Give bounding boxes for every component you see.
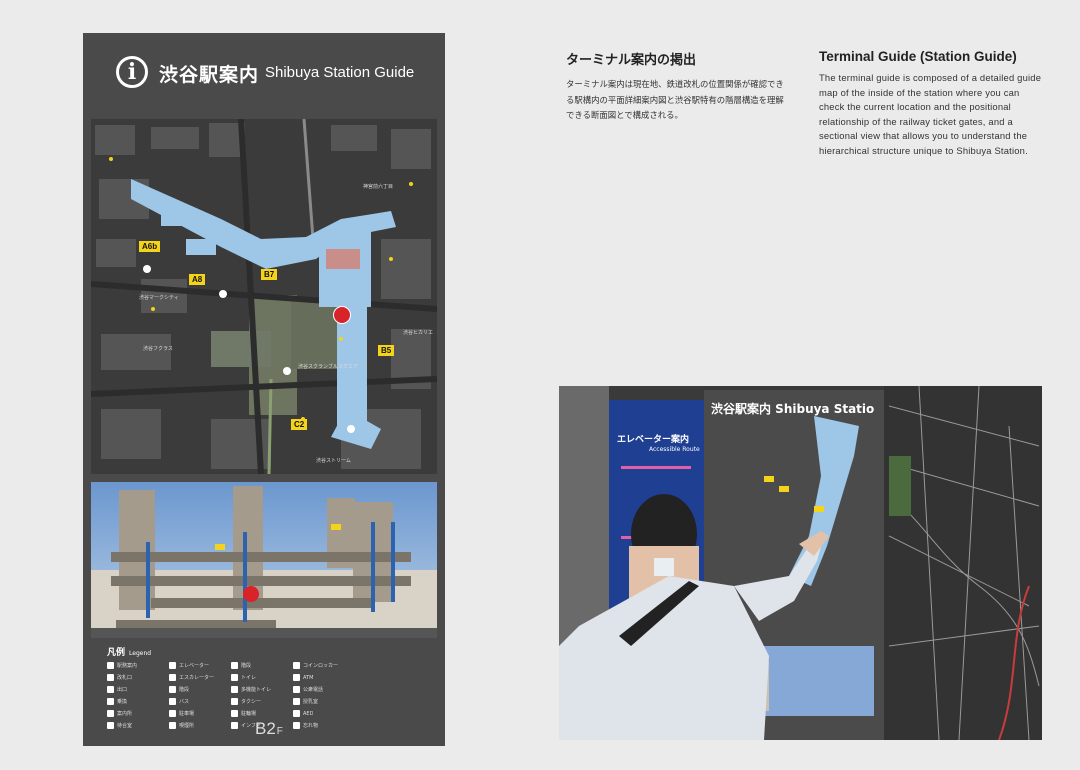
- legend-icon: [231, 686, 238, 693]
- legend-item: 案内所: [107, 708, 169, 719]
- legend-item: 喫煙所: [169, 720, 231, 731]
- sign-header: i 渋谷駅案内 Shibuya Station Guide: [83, 33, 445, 117]
- legend-icon: [169, 698, 176, 705]
- legend-item: トイレ: [231, 672, 293, 683]
- body-en: The terminal guide is composed of a deta…: [819, 72, 1042, 156]
- legend-item: 駐車場: [169, 708, 231, 719]
- legend-item: 多機能トイレ: [231, 684, 293, 695]
- legend-item: 待合室: [107, 720, 169, 731]
- legend-icon: [107, 662, 114, 669]
- legend-item: コインロッカー: [293, 660, 355, 671]
- legend-item: 改札口: [107, 672, 169, 683]
- legend-item: AED: [293, 708, 355, 719]
- legend-item: 乗換: [107, 696, 169, 707]
- exit-tag-a6b: A6b: [139, 241, 161, 252]
- legend-item: エレベーター: [169, 660, 231, 671]
- map-label: 渋谷スクランブルスクエア: [298, 364, 358, 370]
- legend-icon: [169, 674, 176, 681]
- heading-ja: ターミナル案内の掲出: [566, 53, 697, 68]
- legend-icon: [231, 674, 238, 681]
- map-label: 渋谷マークシティ: [139, 295, 179, 301]
- legend-icon: [293, 674, 300, 681]
- legend-item: 授乳室: [293, 696, 355, 707]
- section-graphic: [91, 482, 437, 638]
- photo-person-using-guide: 渋谷駅案内 Shibuya Statio エレベーター案内 Accessible…: [559, 386, 1042, 740]
- legend-item: 階段: [231, 660, 293, 671]
- legend-icon: [169, 686, 176, 693]
- legend-item: 公衆電話: [293, 684, 355, 695]
- legend-icon: [169, 722, 176, 729]
- legend-icon: [107, 722, 114, 729]
- legend: 凡例 Legend 駅務案内 エレベーター 階段 コインロッカー 改札口 エスカレ…: [91, 640, 437, 740]
- photo-sign-title: 渋谷駅案内 Shibuya Statio: [711, 402, 875, 416]
- sign-title-en: Shibuya Station Guide: [265, 64, 415, 81]
- legend-icon: [293, 686, 300, 693]
- legend-icon: [169, 662, 176, 669]
- exit-tag-b7: B7: [261, 269, 278, 280]
- map-label: 渋谷ヒカリエ: [403, 330, 434, 336]
- legend-grid: 駅務案内 エレベーター 階段 コインロッカー 改札口 エスカレーター トイレ A…: [107, 660, 357, 731]
- legend-icon: [231, 710, 238, 717]
- legend-item: バス: [169, 696, 231, 707]
- floor-label: B2F: [255, 719, 283, 738]
- exit-tag-b5: B5: [378, 345, 395, 356]
- legend-item: 駅務案内: [107, 660, 169, 671]
- legend-icon: [231, 662, 238, 669]
- description-ja: ターミナル案内の掲出 ターミナル案内は現在地、鉄道改札の位置関係が確認できる駅構…: [566, 49, 791, 124]
- legend-icon: [107, 710, 114, 717]
- legend-icon: [293, 662, 300, 669]
- legend-icon: [231, 698, 238, 705]
- map-label: 渋谷ストリーム: [316, 458, 351, 464]
- legend-icon: [293, 710, 300, 717]
- legend-icon: [293, 722, 300, 729]
- legend-title: 凡例 Legend: [107, 648, 152, 658]
- photo-elevator-en: Accessible Route: [649, 446, 700, 453]
- legend-icon: [107, 686, 114, 693]
- legend-icon: [231, 722, 238, 729]
- sign-title-ja: 渋谷駅案内: [159, 64, 260, 86]
- legend-icon: [169, 710, 176, 717]
- legend-item: 階段: [169, 684, 231, 695]
- station-guide-sign: i 渋谷駅案内 Shibuya Station Guide A6b A8 B7 …: [83, 33, 445, 746]
- legend-item: タクシー: [231, 696, 293, 707]
- map-label: 渋谷フクラス: [143, 346, 173, 352]
- legend-item: エスカレーター: [169, 672, 231, 683]
- legend-item: ATM: [293, 672, 355, 683]
- current-location-marker: [333, 306, 351, 324]
- legend-item: 出口: [107, 684, 169, 695]
- info-icon: i: [116, 56, 148, 88]
- body-ja: ターミナル案内は現在地、鉄道改札の位置関係が確認できる駅構内の平面詳細案内図と渋…: [566, 79, 784, 120]
- legend-item: 忘れ物: [293, 720, 355, 731]
- legend-icon: [107, 698, 114, 705]
- photo-elevator-ja: エレベーター案内: [617, 435, 690, 445]
- legend-icon: [293, 698, 300, 705]
- station-plan-map: A6b A8 B7 B5 C2 渋谷マークシティ 渋谷フクラス 渋谷スクランブル…: [91, 119, 437, 474]
- exit-tag-a8: A8: [189, 274, 206, 285]
- station-section-view: [91, 482, 437, 638]
- exit-tag-c2: C2: [291, 419, 308, 430]
- map-label: 神宮前六丁目: [363, 184, 394, 190]
- heading-en: Terminal Guide (Station Guide): [819, 49, 1017, 64]
- legend-item: 駐輪場: [231, 708, 293, 719]
- description-en: Terminal Guide (Station Guide) The termi…: [819, 49, 1044, 159]
- legend-icon: [107, 674, 114, 681]
